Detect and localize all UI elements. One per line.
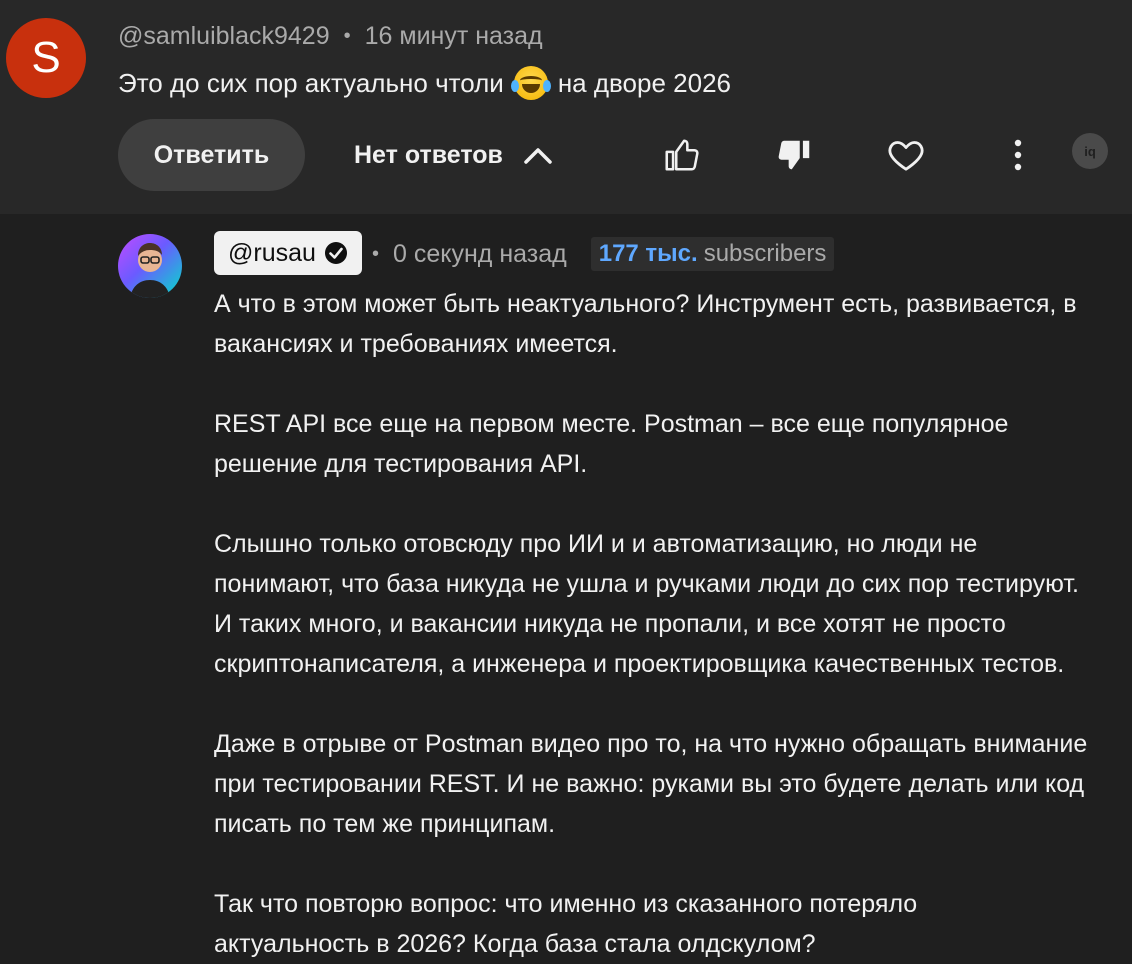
- person-avatar-icon: [130, 243, 170, 298]
- thumb-up-icon: [665, 139, 699, 171]
- extension-badge[interactable]: iq: [1072, 133, 1108, 169]
- dislike-button[interactable]: [770, 130, 820, 180]
- heart-icon: [888, 141, 924, 171]
- commenter-avatar[interactable]: S: [6, 18, 86, 98]
- more-options-button[interactable]: [993, 130, 1043, 180]
- reply-author: @rusau: [228, 238, 316, 267]
- thumb-down-icon: [778, 140, 810, 170]
- replies-toggle[interactable]: Нет ответов: [354, 130, 553, 180]
- subscriber-badge: 177 тыс. subscribers: [590, 237, 835, 271]
- reply-meta-separator: •: [372, 242, 380, 265]
- heart-button[interactable]: [881, 130, 931, 180]
- reply-line: Так что повторю вопрос: что именно из ск…: [214, 890, 918, 918]
- reply-line: Слышно только отовсюду про ИИ и и автома…: [214, 530, 978, 558]
- comment-text: Это до сих пор актуально чтоли на дворе …: [118, 64, 731, 102]
- reply-time[interactable]: 0 секунд назад: [393, 240, 567, 269]
- reply-meta: • 0 секунд назад 177 тыс. subscribers: [372, 237, 835, 271]
- verified-check-icon: [324, 242, 347, 264]
- comment-text-end: на дворе 2026: [557, 67, 731, 98]
- reply-line: REST API все еще на первом месте. Postma…: [214, 410, 1009, 438]
- more-vertical-icon: [1014, 139, 1022, 171]
- parent-comment: S @samluiblack9429 • 16 минут назад Это …: [0, 0, 1132, 214]
- reply-line: Даже в отрыве от Postman видео про то, н…: [214, 730, 1088, 758]
- subscriber-count: 177 тыс.: [598, 240, 698, 267]
- reply-avatar[interactable]: [118, 234, 182, 298]
- reply-author-chip[interactable]: @rusau: [214, 231, 362, 275]
- meta-separator: •: [343, 24, 351, 47]
- reply-line: понимают, что база никуда не ушла и ручк…: [214, 570, 1079, 598]
- reply-line: А что в этом может быть неактуального? И…: [214, 290, 1077, 318]
- comment-author[interactable]: @samluiblack9429: [118, 22, 330, 51]
- replies-label: Нет ответов: [354, 140, 503, 169]
- face-with-tears-of-joy-icon: [510, 66, 551, 100]
- reply-line: при тестировании REST. И не важно: рукам…: [214, 770, 1085, 798]
- reply-button[interactable]: Ответить: [118, 119, 305, 191]
- comment-text-start: Это до сих пор актуально чтоли: [118, 67, 504, 98]
- like-button[interactable]: [656, 130, 706, 180]
- reply-line: скриптонаписателя, а инженера и проектир…: [214, 650, 1065, 678]
- reply-line: писать по тем же принципам.: [214, 810, 556, 838]
- reply-text: А что в этом может быть неактуального? И…: [214, 284, 1132, 964]
- comment-time[interactable]: 16 минут назад: [365, 22, 543, 51]
- reply-line: И таких много, и вакансии никуда не проп…: [214, 610, 1006, 638]
- comment-meta: @samluiblack9429 • 16 минут назад: [118, 20, 543, 52]
- extension-badge-label: iq: [1084, 143, 1096, 159]
- reply-line: вакансиях и требованиях имеется.: [214, 330, 618, 358]
- chevron-up-icon: [524, 148, 552, 164]
- subscriber-label: subscribers: [703, 240, 827, 267]
- reply-line: актуальность в 2026? Когда база стала ол…: [214, 930, 816, 958]
- avatar-letter: S: [31, 33, 61, 82]
- reply-line: решение для тестирования API.: [214, 450, 588, 478]
